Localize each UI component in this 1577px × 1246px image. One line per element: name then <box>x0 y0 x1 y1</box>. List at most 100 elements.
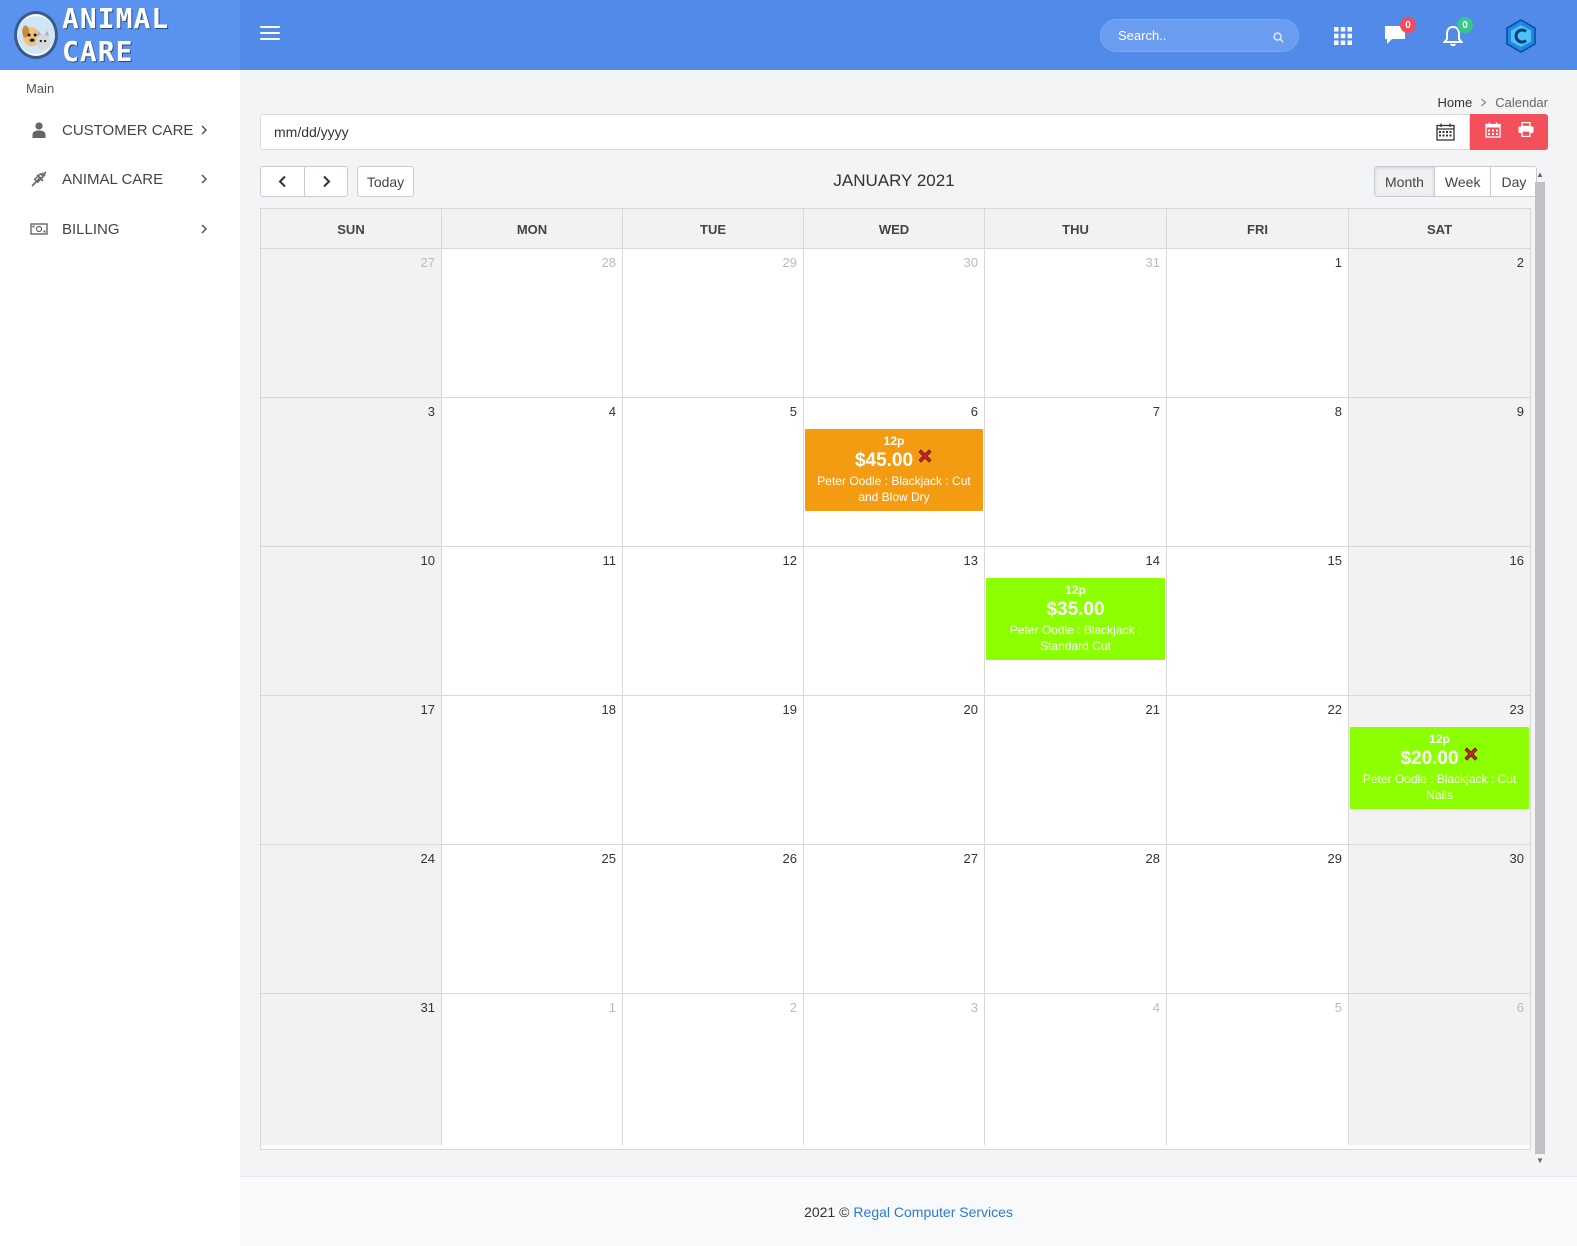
next-month-button[interactable] <box>304 167 347 196</box>
day-cell[interactable]: 25 <box>442 845 623 993</box>
menu-toggle-icon[interactable] <box>260 26 280 42</box>
notifications-count-badge: 0 <box>1457 17 1473 33</box>
prev-month-button[interactable] <box>261 167 304 196</box>
day-cell[interactable]: 13 <box>804 547 985 695</box>
day-cell[interactable]: 30 <box>804 249 985 397</box>
day-cell[interactable]: 17 <box>261 696 442 844</box>
day-cell[interactable]: 26 <box>623 845 804 993</box>
day-cell[interactable]: 3 <box>804 994 985 1145</box>
day-cell[interactable]: 12 <box>623 547 804 695</box>
sidebar-item-billing[interactable]: BILLING <box>0 209 240 249</box>
weekday-header: SAT <box>1426 221 1453 237</box>
day-cell[interactable]: 21 <box>985 696 1167 844</box>
day-cell[interactable]: 5 <box>623 398 804 546</box>
day-cell[interactable]: 20 <box>804 696 985 844</box>
view-day-button[interactable]: Day <box>1490 167 1536 196</box>
day-cell[interactable]: 14 12p $35.00 Peter Oodle : Blackjack : Sta… <box>985 547 1167 695</box>
search-bar[interactable] <box>1100 19 1299 52</box>
week-row: 24 25 26 27 28 29 30 <box>261 845 1530 994</box>
day-cell[interactable]: 31 <box>985 249 1167 397</box>
day-cell[interactable]: 1 <box>1167 249 1349 397</box>
cancel-x-icon[interactable] <box>917 447 933 471</box>
sidebar-item-animal-care[interactable]: ANIMAL CARE <box>0 159 240 199</box>
calendar-event[interactable]: 12p $20.00 Peter Oodle : Blackjack : Cut N… <box>1350 727 1529 809</box>
sidebar-item-customer-care[interactable]: CUSTOMER CARE <box>0 110 240 150</box>
day-cell[interactable]: 3 <box>261 398 442 546</box>
day-cell[interactable]: 2 <box>1349 249 1530 397</box>
day-cell[interactable]: 6 <box>1349 994 1530 1145</box>
calendar-scrollbar[interactable]: ▲ ▼ <box>1533 168 1547 1168</box>
date-input[interactable]: mm/dd/yyyy <box>260 114 1470 150</box>
print-icon[interactable] <box>1518 121 1534 142</box>
logo[interactable]: ANIMAL CARE <box>0 0 240 70</box>
day-number: 25 <box>601 851 616 866</box>
week-row: 17 18 19 20 21 22 23 12p $20.00 Peter Oodle : Bla… <box>261 696 1530 845</box>
day-cell[interactable]: 6 12p $45.00 Peter Oodle : Blackjack : Cut … <box>804 398 985 546</box>
view-month-button[interactable]: Month <box>1375 167 1434 196</box>
day-cell[interactable]: 24 <box>261 845 442 993</box>
scroll-down-arrow-icon[interactable]: ▼ <box>1535 1156 1545 1166</box>
day-cell[interactable]: 29 <box>623 249 804 397</box>
calendar-event[interactable]: 12p $35.00 Peter Oodle : Blackjack : Stand… <box>986 578 1165 660</box>
day-cell[interactable]: 28 <box>985 845 1167 993</box>
weekday-header: MON <box>442 209 623 249</box>
day-cell[interactable]: 2 <box>623 994 804 1145</box>
day-cell[interactable]: 15 <box>1167 547 1349 695</box>
notifications-bell-icon[interactable]: 0 <box>1442 17 1473 52</box>
day-cell[interactable]: 8 <box>1167 398 1349 546</box>
scroll-up-arrow-icon[interactable]: ▲ <box>1535 170 1545 180</box>
calendar-event[interactable]: 12p $45.00 Peter Oodle : Blackjack : Cut a… <box>805 429 983 511</box>
search-input[interactable] <box>1118 28 1268 43</box>
event-description: Peter Oodle : Blackjack : Cut Nails <box>1362 772 1517 802</box>
chevron-right-icon <box>1480 95 1487 110</box>
day-number: 27 <box>963 851 978 866</box>
day-cell[interactable]: 31 <box>261 994 442 1145</box>
apps-grid-icon[interactable] <box>1334 27 1352 50</box>
day-cell[interactable]: 1 <box>442 994 623 1145</box>
day-cell[interactable]: 9 <box>1349 398 1530 546</box>
day-cell[interactable]: 23 12p $20.00 Peter Oodle : Blackjack : Cut… <box>1349 696 1530 844</box>
today-button[interactable]: Today <box>357 166 414 197</box>
date-picker-icon[interactable] <box>1436 123 1455 146</box>
scrollbar-thumb[interactable] <box>1535 182 1545 1154</box>
footer: 2021 © Regal Computer Services <box>240 1176 1577 1246</box>
syringe-icon <box>30 170 48 188</box>
day-number: 30 <box>963 255 978 270</box>
view-week-button[interactable]: Week <box>1433 167 1491 196</box>
day-number: 23 <box>1509 702 1524 717</box>
messages-icon[interactable]: 0 <box>1384 17 1416 50</box>
day-cell[interactable]: 16 <box>1349 547 1530 695</box>
day-cell[interactable]: 7 <box>985 398 1167 546</box>
day-number: 21 <box>1145 702 1160 717</box>
day-cell[interactable]: 28 <box>442 249 623 397</box>
day-cell[interactable]: 11 <box>442 547 623 695</box>
chevron-left-icon <box>278 175 286 188</box>
day-cell[interactable]: 22 <box>1167 696 1349 844</box>
calendar-view-button-icon[interactable] <box>1484 122 1501 143</box>
day-cell[interactable]: 5 <box>1167 994 1349 1145</box>
day-cell[interactable]: 29 <box>1167 845 1349 993</box>
breadcrumb-home-link[interactable]: Home <box>1438 95 1473 110</box>
event-description: Peter Oodle : Blackjack : Cut and Blow D… <box>817 474 971 504</box>
day-number: 24 <box>420 851 435 866</box>
day-number: 31 <box>420 1000 435 1015</box>
user-avatar-icon[interactable] <box>1504 19 1538 58</box>
day-cell[interactable]: 19 <box>623 696 804 844</box>
weekday-header: WED <box>804 209 985 249</box>
day-cell[interactable]: 30 <box>1349 845 1530 993</box>
day-cell[interactable]: 4 <box>985 994 1167 1145</box>
sidebar-item-label: ANIMAL CARE <box>62 170 164 188</box>
chevron-right-icon <box>200 122 208 138</box>
day-number: 11 <box>602 553 617 568</box>
footer-company-link[interactable]: Regal Computer Services <box>853 1204 1013 1220</box>
cancel-x-icon[interactable] <box>1463 745 1479 769</box>
weekday-header: THU <box>985 209 1167 249</box>
day-cell[interactable]: 4 <box>442 398 623 546</box>
day-cell[interactable]: 10 <box>261 547 442 695</box>
day-cell[interactable]: 27 <box>261 249 442 397</box>
day-number: 8 <box>1334 404 1342 419</box>
day-number: 13 <box>963 553 978 568</box>
search-icon[interactable] <box>1273 30 1284 48</box>
day-cell[interactable]: 18 <box>442 696 623 844</box>
day-cell[interactable]: 27 <box>804 845 985 993</box>
